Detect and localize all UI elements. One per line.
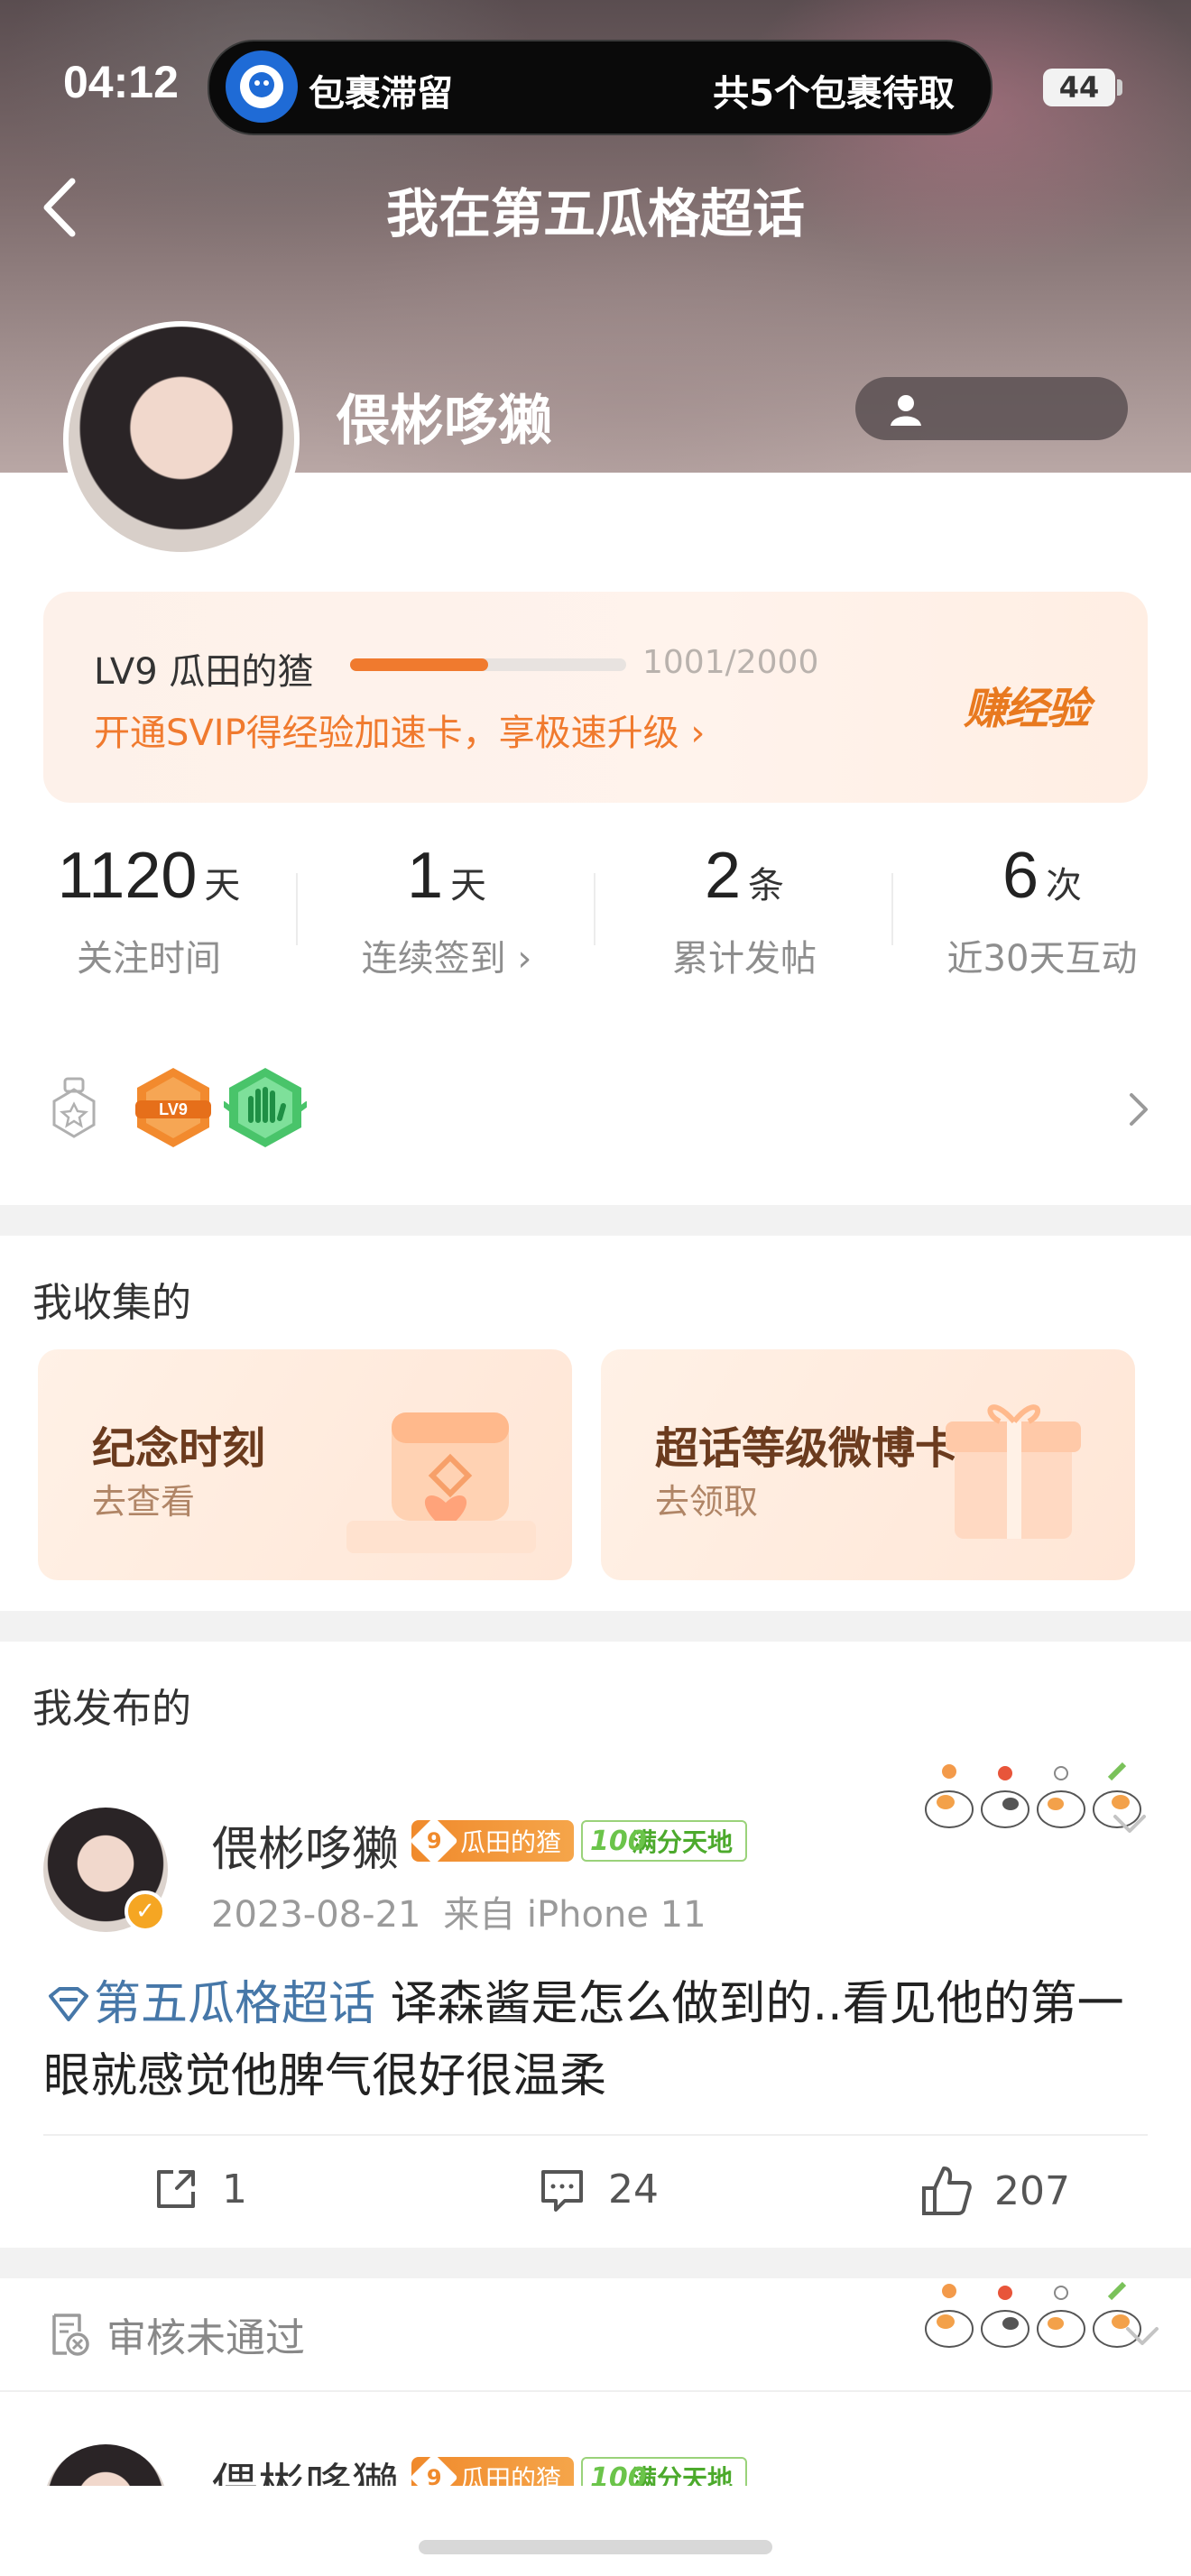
level-progress-fill [350, 658, 488, 671]
stat-value: 1 [406, 840, 444, 912]
like-count: 207 [994, 2167, 1070, 2214]
comment-icon [541, 2170, 583, 2212]
chevron-down-icon[interactable] [1112, 1813, 1148, 1836]
page-title: 我在第五瓜格超话 [385, 183, 805, 244]
stat-unit: 天 [204, 865, 241, 906]
level-number: 9 [426, 1827, 442, 1854]
cat-sticker-decoration-icon [925, 2281, 1141, 2348]
post-content[interactable]: 第五瓜格超话 译森酱是怎么做到的..看见他的第一眼就感觉他脾气很好很温柔 [43, 1968, 1153, 2112]
repost-button[interactable]: 1 [152, 2165, 247, 2213]
stat-interactions: 6次 近30天互动 [893, 839, 1191, 981]
island-right-text: 共5个包裹待取 [713, 73, 955, 115]
calendar-heart-icon [346, 1412, 536, 1553]
section-divider [0, 1611, 1191, 1642]
stat-checkin-streak[interactable]: 1天 连续签到 › [298, 839, 596, 981]
chevron-right-icon[interactable] [1128, 1091, 1149, 1127]
island-left-text: 包裹滞留 [309, 73, 453, 115]
level-tag: 9 瓜田的猹 [410, 1817, 575, 1865]
level-diamond-icon: 9 [410, 1817, 458, 1865]
section-divider [0, 2248, 1191, 2278]
home-indicator[interactable] [419, 2540, 772, 2554]
bottom-safe-area [0, 2486, 1191, 2576]
share-icon [157, 2170, 195, 2208]
full-score-tag-text: 满分天地 [632, 1827, 734, 1857]
svip-promo-link[interactable]: 开通SVIP得经验加速卡，享极速升级 › [94, 704, 705, 756]
post-date: 2023-08-21 [211, 1894, 421, 1936]
section-divider [0, 1205, 1191, 1236]
document-rejected-icon [52, 2314, 89, 2356]
topic-link[interactable]: 第五瓜格超话 [94, 1977, 375, 2031]
post-meta: 2023-08-21 来自 iPhone 11 [211, 1885, 706, 1937]
memorial-moments-card[interactable]: 纪念时刻 去查看 [38, 1349, 572, 1580]
stat-value: 2 [704, 840, 742, 912]
chevron-down-icon[interactable] [1124, 2325, 1160, 2349]
stat-unit: 次 [1046, 865, 1083, 906]
lv9-badge-icon[interactable]: LV9 [132, 1064, 215, 1151]
actions-divider [43, 2134, 1148, 2136]
stat-follow-days: 1120 天 关注时间 [0, 839, 298, 981]
comment-count: 24 [608, 2166, 659, 2213]
comment-button[interactable]: 24 [538, 2165, 659, 2213]
like-button[interactable]: 207 [920, 2165, 1070, 2217]
status-time: 04:12 [63, 57, 179, 107]
level-card[interactable]: LV9 瓜田的猹 1001/2000 开通SVIP得经验加速卡，享极速升级 › … [43, 592, 1148, 803]
stat-label: 连续签到 › [361, 938, 532, 980]
post-author-name[interactable]: 偎彬哆獭 [211, 1811, 399, 1879]
person-icon [891, 395, 921, 426]
package-app-icon [226, 51, 298, 123]
stat-value: 1120 [57, 840, 198, 912]
card-title: 纪念时刻 [92, 1423, 266, 1474]
published-section-title: 我发布的 [32, 1686, 191, 1732]
level-tag-text: 瓜田的猹 [460, 1827, 562, 1857]
stat-unit: 条 [748, 865, 785, 906]
repost-count: 1 [222, 2166, 247, 2213]
verified-badge-icon: ✓ [125, 1891, 166, 1932]
lv9-badge-text: LV9 [159, 1100, 188, 1118]
battery-indicator: 44 [1043, 69, 1115, 106]
green-hand-badge-icon[interactable] [224, 1064, 307, 1151]
stat-post-count: 2条 累计发帖 [596, 839, 893, 981]
dynamic-island-notification[interactable]: 包裹滞留 共5个包裹待取 [208, 40, 992, 135]
card-subtitle: 去领取 [655, 1482, 759, 1522]
earn-xp-button[interactable]: 赚经验 [964, 673, 1090, 736]
topic-diamond-icon [49, 1987, 88, 2021]
level-progress-bar [350, 658, 626, 671]
gift-box-icon [946, 1404, 1081, 1539]
level-progress-text: 1001/2000 [642, 644, 819, 681]
user-pill-button[interactable] [855, 377, 1128, 440]
level-weibo-card[interactable]: 超话等级微博卡片 去领取 [601, 1349, 1135, 1580]
review-status-row[interactable]: 审核未通过 [49, 2305, 305, 2363]
thumbs-up-icon [922, 2167, 972, 2215]
full-score-tag: 100 满分天地 [581, 1820, 748, 1862]
full-score-number: 100 [590, 1826, 647, 1857]
row-divider [0, 2390, 1191, 2392]
level-title: LV9 瓜田的猹 [94, 651, 314, 693]
battery-tip [1117, 79, 1122, 96]
profile-avatar[interactable] [63, 321, 300, 557]
stat-label: 近30天互动 [946, 938, 1138, 980]
stat-value: 6 [1002, 840, 1039, 912]
post-source: 来自 iPhone 11 [443, 1894, 706, 1936]
stat-unit: 天 [450, 865, 487, 906]
profile-username: 偎彬哆獭 [336, 390, 552, 453]
stat-label: 关注时间 [77, 938, 221, 980]
collected-section-title: 我收集的 [32, 1280, 191, 1326]
stat-label: 累计发帖 [672, 938, 817, 980]
medal-outline-icon[interactable] [49, 1077, 99, 1140]
review-status-text: 审核未通过 [106, 2315, 305, 2361]
card-subtitle: 去查看 [92, 1482, 196, 1522]
